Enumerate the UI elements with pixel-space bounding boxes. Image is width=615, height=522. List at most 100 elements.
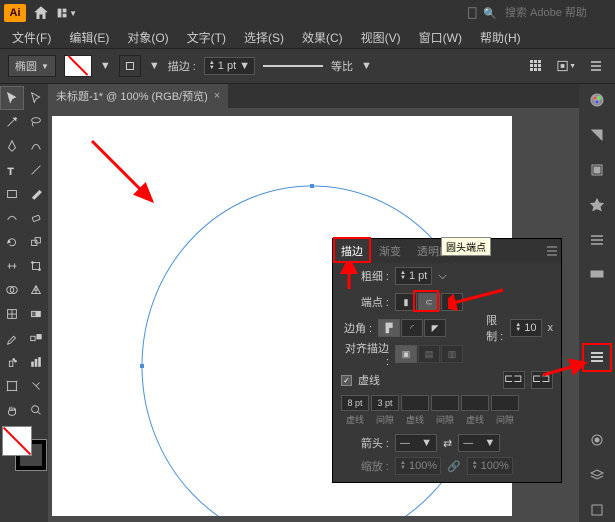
align-center[interactable]: ▣ bbox=[395, 345, 417, 363]
brushes-panel-icon[interactable] bbox=[584, 158, 610, 183]
line-tool[interactable] bbox=[24, 158, 48, 182]
tab-gradient[interactable]: 渐变 bbox=[371, 239, 409, 263]
limit-label: 限制 : bbox=[486, 312, 504, 344]
highlight-box bbox=[413, 290, 439, 312]
gradient-tool[interactable] bbox=[24, 302, 48, 326]
corner-buttons: ▛ ◜ ◤ bbox=[378, 319, 446, 337]
limit-x: x bbox=[548, 322, 554, 334]
arrow-label: 箭头 : bbox=[341, 435, 389, 451]
gap-1[interactable] bbox=[371, 395, 399, 411]
scale-tool[interactable] bbox=[24, 230, 48, 254]
limit-input[interactable]: ▲▼10 bbox=[510, 319, 541, 337]
menu-effect[interactable]: 效果(C) bbox=[294, 27, 351, 48]
tab-title: 未标题-1* @ 100% (RGB/预览) bbox=[56, 88, 208, 104]
stroke-label: 描边 : bbox=[168, 58, 196, 74]
stroke-panel-icon[interactable] bbox=[584, 227, 610, 252]
ai-logo: Ai bbox=[4, 4, 26, 22]
fill-stroke-indicator[interactable] bbox=[2, 426, 46, 470]
color-panel-icon[interactable] bbox=[584, 88, 610, 113]
scale-end[interactable]: ▲▼100% bbox=[467, 457, 513, 475]
swatches-panel-icon[interactable] bbox=[584, 123, 610, 148]
dash-1[interactable] bbox=[341, 395, 369, 411]
cap-projecting[interactable]: ▭ bbox=[441, 293, 463, 311]
column-graph-tool[interactable] bbox=[24, 350, 48, 374]
lasso-tool[interactable] bbox=[24, 110, 48, 134]
zoom-tool[interactable] bbox=[24, 398, 48, 422]
menu-file[interactable]: 文件(F) bbox=[4, 27, 59, 48]
dash-checkbox[interactable]: ✓ bbox=[341, 375, 352, 386]
layers-panel-icon[interactable] bbox=[584, 463, 610, 488]
search-input[interactable] bbox=[501, 5, 611, 21]
grid-icon[interactable] bbox=[525, 55, 547, 77]
panel-menu-button[interactable] bbox=[543, 240, 561, 262]
blend-tool[interactable] bbox=[24, 326, 48, 350]
menu-view[interactable]: 视图(V) bbox=[353, 27, 409, 48]
direct-selection-tool[interactable] bbox=[24, 86, 48, 110]
libraries-panel-icon[interactable] bbox=[584, 497, 610, 522]
eyedropper-tool[interactable] bbox=[0, 326, 24, 350]
close-icon[interactable]: × bbox=[214, 90, 220, 102]
paintbrush-tool[interactable] bbox=[24, 182, 48, 206]
align-inside[interactable]: ▤ bbox=[418, 345, 440, 363]
home-icon[interactable] bbox=[32, 4, 50, 22]
stroke-swatch[interactable] bbox=[119, 55, 141, 77]
align-outside[interactable]: ▥ bbox=[441, 345, 463, 363]
dash-preserve-exact[interactable]: ⊏⊐ bbox=[503, 371, 525, 389]
rectangle-tool[interactable] bbox=[0, 182, 24, 206]
dash-2[interactable] bbox=[401, 395, 429, 411]
shaper-tool[interactable] bbox=[0, 206, 24, 230]
curvature-tool[interactable] bbox=[24, 134, 48, 158]
layout-icon[interactable]: ▼ bbox=[56, 2, 78, 24]
symbols-panel-icon[interactable] bbox=[584, 192, 610, 217]
dash-3[interactable] bbox=[461, 395, 489, 411]
rotate-tool[interactable] bbox=[0, 230, 24, 254]
artboard-tool[interactable] bbox=[0, 374, 24, 398]
graphic-styles-panel-icon[interactable] bbox=[584, 262, 610, 287]
width-tool[interactable] bbox=[0, 254, 24, 278]
align-icon[interactable]: ▼ bbox=[555, 55, 577, 77]
mesh-tool[interactable] bbox=[0, 302, 24, 326]
dash-align-corners[interactable]: ⊏⊐ bbox=[531, 371, 553, 389]
menu-object[interactable]: 对象(O) bbox=[119, 27, 176, 48]
document-tab[interactable]: 未标题-1* @ 100% (RGB/预览) × bbox=[48, 84, 228, 108]
weight-label: 粗细 : bbox=[341, 268, 389, 284]
menu-text[interactable]: 文字(T) bbox=[179, 27, 234, 48]
shape-builder-tool[interactable] bbox=[0, 278, 24, 302]
shape-dropdown[interactable]: 椭圆▼ bbox=[8, 55, 56, 77]
appearance-panel-icon[interactable] bbox=[584, 428, 610, 453]
slice-tool[interactable] bbox=[24, 374, 48, 398]
hand-tool[interactable] bbox=[0, 398, 24, 422]
menu-help[interactable]: 帮助(H) bbox=[472, 27, 529, 48]
stroke-weight[interactable]: ▲▼1 pt▼ bbox=[204, 57, 255, 75]
stroke-preview bbox=[263, 65, 323, 67]
corner-round[interactable]: ◜ bbox=[401, 319, 423, 337]
swap-icon[interactable]: ⇄ bbox=[443, 437, 452, 450]
arrow-start[interactable]: —▼ bbox=[395, 434, 437, 452]
perspective-tool[interactable] bbox=[24, 278, 48, 302]
fill-swatch[interactable] bbox=[64, 55, 92, 77]
menu-icon[interactable] bbox=[585, 55, 607, 77]
fill-box[interactable] bbox=[2, 426, 32, 456]
arrow-end[interactable]: —▼ bbox=[458, 434, 500, 452]
menu-select[interactable]: 选择(S) bbox=[236, 27, 292, 48]
magic-wand-tool[interactable] bbox=[0, 110, 24, 134]
scale-start[interactable]: ▲▼100% bbox=[395, 457, 441, 475]
corner-miter[interactable]: ▛ bbox=[378, 319, 400, 337]
panel-menu-icon[interactable] bbox=[584, 345, 610, 370]
menu-edit[interactable]: 编辑(E) bbox=[61, 27, 117, 48]
stroke-panel: 描边 渐变 透明度 粗细 : ▲▼1 pt ⌵ 端点 : ▮ ⊂ ▭ 边角 : … bbox=[332, 238, 562, 483]
gap-2[interactable] bbox=[431, 395, 459, 411]
type-tool[interactable]: T bbox=[0, 158, 24, 182]
corner-bevel[interactable]: ◤ bbox=[424, 319, 446, 337]
selection-tool[interactable] bbox=[0, 86, 24, 110]
pen-tool[interactable] bbox=[0, 134, 24, 158]
link-icon[interactable]: 🔗 bbox=[447, 460, 461, 473]
weight-input[interactable]: ▲▼1 pt bbox=[395, 267, 432, 285]
gap-3[interactable] bbox=[491, 395, 519, 411]
free-transform-tool[interactable] bbox=[24, 254, 48, 278]
eraser-tool[interactable] bbox=[24, 206, 48, 230]
highlight-box bbox=[333, 237, 371, 263]
uniform-label: 等比 bbox=[331, 58, 353, 74]
symbol-sprayer-tool[interactable] bbox=[0, 350, 24, 374]
menu-window[interactable]: 窗口(W) bbox=[411, 27, 470, 48]
